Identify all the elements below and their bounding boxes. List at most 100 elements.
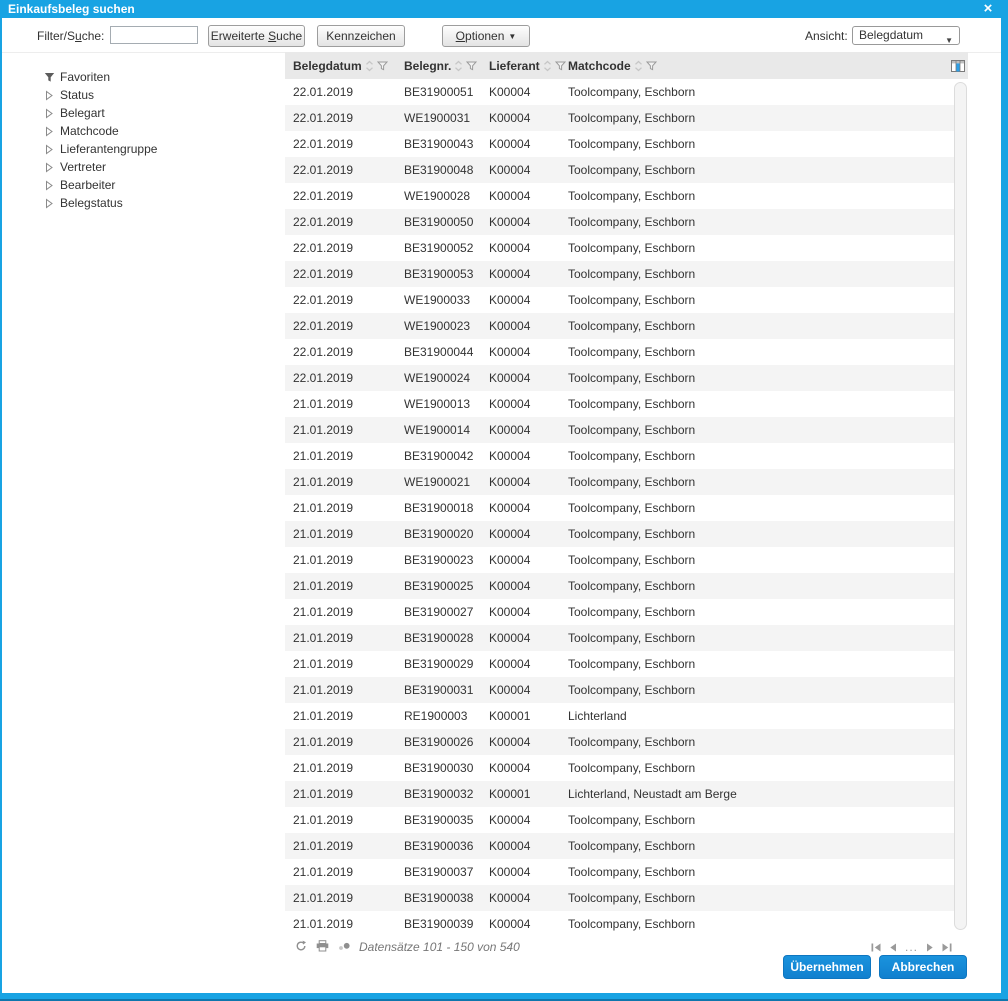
table-row[interactable]: 21.01.2019 BE31900025 K00004 Toolcompany, E…: [285, 573, 955, 599]
table-row[interactable]: 22.01.2019 BE31900052 K00004 Toolcompany, E…: [285, 235, 955, 261]
table-cell-belegdatum: 21.01.2019: [293, 631, 354, 645]
sidebar-item-vertreter[interactable]: Vertreter: [44, 158, 274, 176]
table-cell-belegdatum: 21.01.2019: [293, 839, 354, 853]
table-cell-belegnr: BE31900039: [404, 917, 474, 931]
sidebar-item-favoriten[interactable]: Favoriten: [44, 68, 274, 86]
table-cell-belegnr: BE31900020: [404, 527, 474, 541]
table-row[interactable]: 22.01.2019 WE1900031 K00004 Toolcompany, Es…: [285, 105, 955, 131]
dialog-titlebar: Einkaufsbeleg suchen ×: [0, 0, 1008, 18]
table-cell-matchcode: Toolcompany, Eschborn: [568, 293, 696, 307]
pager-last-button[interactable]: [942, 943, 952, 952]
table-row[interactable]: 21.01.2019 BE31900037 K00004 Toolcompany, E…: [285, 859, 955, 885]
table-row[interactable]: 21.01.2019 RE1900003 K00001 Lichterland: [285, 703, 955, 729]
table-row[interactable]: 21.01.2019 BE31900032 K00001 Lichterland, N…: [285, 781, 955, 807]
table-row[interactable]: 21.01.2019 BE31900035 K00004 Toolcompany, E…: [285, 807, 955, 833]
table-cell-lieferant: K00004: [489, 267, 531, 281]
filter-tree: Favoriten Status Belegart Matchcode Lieferan…: [44, 68, 274, 212]
uebernehmen-button[interactable]: Übernehmen: [783, 955, 871, 979]
sort-icon[interactable]: [634, 60, 643, 72]
table-row[interactable]: 21.01.2019 BE31900030 K00004 Toolcompany, E…: [285, 755, 955, 781]
filter-input[interactable]: [110, 26, 198, 44]
print-icon[interactable]: [316, 940, 329, 952]
column-header-belegdatum[interactable]: Belegdatum: [285, 59, 396, 73]
table-row[interactable]: 21.01.2019 WE1900013 K00004 Toolcompany, Es…: [285, 391, 955, 417]
table-cell-lieferant: K00004: [489, 553, 531, 567]
table-cell-belegnr: WE1900024: [404, 371, 471, 385]
column-label: Lieferant: [489, 58, 540, 73]
table-cell-matchcode: Toolcompany, Eschborn: [568, 553, 696, 567]
table-row[interactable]: 21.01.2019 BE31900042 K00004 Toolcompany, E…: [285, 443, 955, 469]
sidebar-item-belegstatus[interactable]: Belegstatus: [44, 194, 274, 212]
table-row[interactable]: 21.01.2019 WE1900014 K00004 Toolcompany, Es…: [285, 417, 955, 443]
refresh-icon[interactable]: [295, 940, 307, 952]
table-row[interactable]: 22.01.2019 WE1900033 K00004 Toolcompany, Es…: [285, 287, 955, 313]
sort-icon[interactable]: [454, 60, 463, 72]
column-chooser-icon[interactable]: [948, 59, 968, 72]
column-header-matchcode[interactable]: Matchcode: [560, 59, 948, 73]
table-cell-matchcode: Toolcompany, Eschborn: [568, 631, 696, 645]
kennzeichen-button[interactable]: Kennzeichen: [317, 25, 405, 47]
table-row[interactable]: 22.01.2019 BE31900048 K00004 Toolcompany, E…: [285, 157, 955, 183]
table-row[interactable]: 22.01.2019 WE1900028 K00004 Toolcompany, Es…: [285, 183, 955, 209]
sidebar-item-matchcode[interactable]: Matchcode: [44, 122, 274, 140]
dialog-border-right: [1001, 0, 1008, 1001]
column-label: Belegnr.: [404, 58, 452, 73]
filter-funnel-icon[interactable]: [645, 61, 657, 71]
table-row[interactable]: 21.01.2019 BE31900027 K00004 Toolcompany, E…: [285, 599, 955, 625]
table-row[interactable]: 22.01.2019 WE1900024 K00004 Toolcompany, Es…: [285, 365, 955, 391]
table-cell-matchcode: Toolcompany, Eschborn: [568, 579, 696, 593]
table-cell-matchcode: Toolcompany, Eschborn: [568, 371, 696, 385]
ansicht-select[interactable]: Belegdatum ▼: [852, 26, 960, 45]
table-cell-matchcode: Toolcompany, Eschborn: [568, 501, 696, 515]
table-cell-belegdatum: 21.01.2019: [293, 475, 354, 489]
column-header-lieferant[interactable]: Lieferant: [481, 58, 566, 73]
sidebar-item-belegart[interactable]: Belegart: [44, 104, 274, 122]
sort-icon[interactable]: [365, 60, 374, 72]
table-row[interactable]: 22.01.2019 BE31900043 K00004 Toolcompany, E…: [285, 131, 955, 157]
table-row[interactable]: 21.01.2019 BE31900023 K00004 Toolcompany, E…: [285, 547, 955, 573]
table-row[interactable]: 21.01.2019 BE31900036 K00004 Toolcompany, E…: [285, 833, 955, 859]
column-header-belegnr[interactable]: Belegnr.: [396, 59, 481, 73]
table-cell-belegdatum: 22.01.2019: [293, 293, 354, 307]
table-row[interactable]: 21.01.2019 BE31900026 K00004 Toolcompany, E…: [285, 729, 955, 755]
table-row[interactable]: 22.01.2019 BE31900044 K00004 Toolcompany, E…: [285, 339, 955, 365]
table-row[interactable]: 22.01.2019 BE31900053 K00004 Toolcompany, E…: [285, 261, 955, 287]
table-row[interactable]: 21.01.2019 BE31900039 K00004 Toolcompany, E…: [285, 911, 955, 937]
filter-funnel-icon[interactable]: [466, 61, 478, 71]
table-cell-belegdatum: 22.01.2019: [293, 215, 354, 229]
abbrechen-button[interactable]: Abbrechen: [879, 955, 967, 979]
pager-first-button[interactable]: [871, 943, 881, 952]
vertical-scrollbar-thumb[interactable]: [954, 82, 967, 930]
pager-next-button[interactable]: [926, 943, 934, 952]
erweiterte-suche-button[interactable]: Erweiterte Suche: [208, 25, 305, 47]
table-row[interactable]: 21.01.2019 BE31900029 K00004 Toolcompany, E…: [285, 651, 955, 677]
sidebar-item-bearbeiter[interactable]: Bearbeiter: [44, 176, 274, 194]
optionen-button[interactable]: Optionen ▼: [442, 25, 530, 47]
pager-prev-button[interactable]: [889, 943, 897, 952]
sort-icon[interactable]: [543, 60, 552, 72]
export-icon[interactable]: [338, 941, 351, 952]
dialog-border-bottom: [0, 993, 1008, 1001]
sidebar-item-label: Belegart: [60, 106, 105, 120]
sidebar-item-lieferantengruppe[interactable]: Lieferantengruppe: [44, 140, 274, 158]
table-row[interactable]: 21.01.2019 WE1900021 K00004 Toolcompany, Es…: [285, 469, 955, 495]
table-row[interactable]: 21.01.2019 BE31900038 K00004 Toolcompany, E…: [285, 885, 955, 911]
close-icon[interactable]: ×: [980, 0, 996, 18]
table-cell-lieferant: K00004: [489, 475, 531, 489]
table-row[interactable]: 22.01.2019 BE31900051 K00004 Toolcompany, E…: [285, 79, 955, 105]
table-cell-belegnr: BE31900025: [404, 579, 474, 593]
table-body: 22.01.2019 BE31900051 K00004 Toolcompany, E…: [285, 79, 955, 937]
table-row[interactable]: 21.01.2019 BE31900018 K00004 Toolcompany, E…: [285, 495, 955, 521]
table-row[interactable]: 22.01.2019 WE1900023 K00004 Toolcompany, Es…: [285, 313, 955, 339]
table-cell-belegnr: BE31900052: [404, 241, 474, 255]
table-row[interactable]: 21.01.2019 BE31900031 K00004 Toolcompany, E…: [285, 677, 955, 703]
table-cell-belegnr: WE1900013: [404, 397, 471, 411]
table-row[interactable]: 22.01.2019 BE31900050 K00004 Toolcompany, E…: [285, 209, 955, 235]
table-cell-lieferant: K00004: [489, 605, 531, 619]
table-cell-belegnr: BE31900042: [404, 449, 474, 463]
table-row[interactable]: 21.01.2019 BE31900020 K00004 Toolcompany, E…: [285, 521, 955, 547]
filter-funnel-icon[interactable]: [376, 61, 388, 71]
sidebar-item-status[interactable]: Status: [44, 86, 274, 104]
table-row[interactable]: 21.01.2019 BE31900028 K00004 Toolcompany, E…: [285, 625, 955, 651]
table-cell-belegnr: WE1900021: [404, 475, 471, 489]
